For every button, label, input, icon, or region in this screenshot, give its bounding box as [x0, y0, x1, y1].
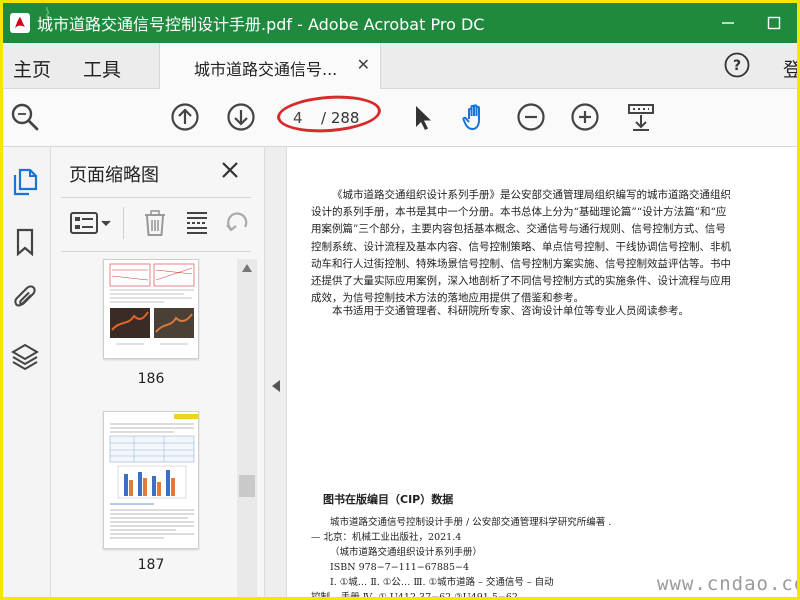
zoom-search-icon[interactable]: [9, 101, 41, 133]
cip-line: ISBN 978−7−111−67885−4: [330, 562, 469, 573]
page-thumbnails-icon[interactable]: [11, 167, 39, 197]
close-panel-icon[interactable]: [219, 159, 241, 181]
select-cursor-icon[interactable]: [407, 101, 439, 133]
thumbnail-tools: [51, 199, 265, 251]
cip-line: （城市道路交通组织设计系列手册）: [330, 547, 483, 558]
cip-classification: Ⅰ. ①城… Ⅱ. ①公… Ⅲ. ①城市道路 – 交通信号 – 自动 控制 – …: [311, 575, 611, 600]
page-number-field[interactable]: 4 / 288: [275, 92, 383, 136]
maximize-icon: [767, 16, 781, 30]
scroll-up-icon[interactable]: [241, 263, 253, 273]
layers-icon[interactable]: [11, 341, 39, 371]
minimize-button[interactable]: [705, 3, 751, 43]
hand-tool-icon[interactable]: [459, 101, 491, 133]
panel-divider: [61, 197, 251, 198]
corner-watermark: ⌇: [43, 5, 52, 26]
thumbnail-image: [109, 263, 195, 345]
window-title: 城市道路交通信号控制设计手册.pdf - Adobe Acrobat Pro D…: [37, 15, 485, 34]
panel-collapse-handle[interactable]: [265, 147, 287, 597]
document-page: 《城市道路交通组织设计系列手册》是公安部交通管理局组织编写的城市道路交通组织设计…: [287, 147, 797, 600]
tab-bar: 主页 工具 城市道路交通信号... ✕ ? 登: [3, 43, 797, 89]
thumbnail-scrollbar[interactable]: [237, 259, 257, 597]
bookmarks-icon[interactable]: [11, 227, 39, 257]
thumbnail-label-187: 187: [137, 557, 165, 573]
options-menu-icon[interactable]: [69, 209, 113, 237]
cip-line: 城市道路交通信号控制设计手册 / 公安部交通管理科学研究所编著 .: [330, 517, 612, 528]
site-watermark: www.cndao.com: [657, 573, 797, 595]
scrollbar-thumb[interactable]: [239, 475, 255, 497]
navigation-rail: [3, 147, 51, 597]
cip-block: 城市道路交通信号控制设计手册 / 公安部交通管理科学研究所编著 . — 北京：机…: [311, 515, 651, 575]
page-thumbnail-186[interactable]: [103, 259, 199, 359]
insert-page-icon[interactable]: [183, 209, 211, 237]
audience-paragraph: 本书适用于交通管理者、科研院所专家、咨询设计单位等专业人员阅读参考。: [332, 305, 689, 317]
app-window: 城市道路交通信号控制设计手册.pdf - Adobe Acrobat Pro D…: [0, 0, 800, 600]
thumbnails-panel: 页面缩略图 186 187: [51, 147, 265, 597]
cip-line: Ⅰ. ①城… Ⅱ. ①公… Ⅲ. ①城市道路 – 交通信号 – 自动: [330, 577, 554, 588]
fit-page-icon[interactable]: [625, 101, 657, 133]
cip-line: 控制 – 手册 Ⅳ. ① U412.37−62 ②U491.5−62: [311, 592, 518, 600]
cip-title: 图书在版编目（CIP）数据: [323, 493, 454, 506]
page-thumbnail-187[interactable]: [103, 411, 199, 549]
toolbar: 4 / 288: [3, 89, 797, 147]
title-bar: 城市道路交通信号控制设计手册.pdf - Adobe Acrobat Pro D…: [3, 3, 797, 43]
tab-tools[interactable]: 工具: [83, 55, 121, 82]
highlight-ellipse: [275, 92, 383, 136]
tool-divider: [123, 207, 124, 239]
window-controls: [705, 3, 797, 43]
collapse-arrow-icon: [272, 380, 280, 392]
thumbnail-label-186: 186: [137, 371, 165, 387]
tab-home[interactable]: 主页: [13, 55, 51, 82]
panel-divider-2: [61, 251, 251, 252]
close-tab-icon[interactable]: ✕: [357, 55, 370, 74]
tab-document[interactable]: 城市道路交通信号... ✕: [159, 43, 381, 89]
document-view: 《城市道路交通组织设计系列手册》是公安部交通管理局组织编写的城市道路交通组织设计…: [287, 147, 797, 600]
next-page-icon[interactable]: [225, 101, 257, 133]
zoom-in-icon[interactable]: [569, 101, 601, 133]
svg-text:?: ?: [733, 58, 741, 74]
delete-page-icon[interactable]: [141, 209, 169, 237]
document-tab-label: 城市道路交通信号...: [194, 60, 338, 79]
intro-paragraph: 《城市道路交通组织设计系列手册》是公安部交通管理局组织编写的城市道路交通组织设计…: [311, 189, 731, 305]
acrobat-logo-icon: [10, 13, 30, 33]
zoom-out-icon[interactable]: [515, 101, 547, 133]
cip-line: — 北京：机械工业出版社，2021.4: [311, 532, 462, 543]
panel-title: 页面缩略图: [69, 165, 159, 186]
login-link[interactable]: 登: [783, 55, 797, 82]
maximize-button[interactable]: [751, 3, 797, 43]
thumbnail-image: [109, 414, 198, 539]
rotate-page-icon[interactable]: [223, 209, 251, 237]
help-icon[interactable]: ?: [724, 52, 750, 78]
minimize-icon: [722, 22, 734, 24]
attachments-icon[interactable]: [11, 283, 39, 313]
previous-page-icon[interactable]: [169, 101, 201, 133]
